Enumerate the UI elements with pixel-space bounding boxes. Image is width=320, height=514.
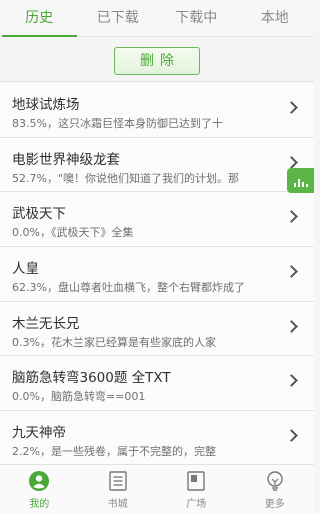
nav-label: 书城 xyxy=(107,499,128,510)
book-progress-excerpt: 0.0%，脑筋急转弯==001 xyxy=(12,390,146,404)
list-item[interactable]: 地球试炼场 83.5%，这只冰霜巨怪本身防御已达到了十 xyxy=(0,83,314,138)
chevron-right-icon xyxy=(285,265,298,278)
book-title: 地球试炼场 xyxy=(12,97,80,113)
book-title: 脑筋急转弯3600题 全TXT xyxy=(12,370,171,387)
chevron-right-icon xyxy=(285,374,298,388)
history-list: 地球试炼场 83.5%，这只冰霜巨怪本身防御已达到了十 电影世界神级龙套 52.… xyxy=(0,83,314,466)
action-bar: 删除 xyxy=(0,37,314,82)
book-progress-excerpt: 52.7%，"噢！你说他们知道了我们的计划。那 xyxy=(12,171,240,185)
book-progress-excerpt: 62.3%，盘山尊者吐血横飞，整个右臂都炸成了 xyxy=(12,281,245,295)
list-item[interactable]: 九天神帝 2.2%，是一些残卷，属于不完整的，完整 xyxy=(0,411,314,466)
tab-downloading[interactable]: 下载中 xyxy=(157,0,236,36)
book-title: 九天神帝 xyxy=(12,425,66,442)
tab-downloaded[interactable]: 已下载 xyxy=(79,0,158,36)
square-icon xyxy=(187,471,205,491)
list-item[interactable]: 电影世界神级龙套 52.7%，"噢！你说他们知道了我们的计划。那 xyxy=(0,137,314,193)
list-item[interactable]: 木兰无长兄 0.3%，花木兰家已经算是有些家底的人家 xyxy=(0,301,314,357)
top-tab-bar: 历史 已下载 下载中 本地 xyxy=(0,0,314,37)
book-icon xyxy=(109,471,127,491)
chevron-right-icon xyxy=(285,210,298,224)
bar-chart-icon-bar xyxy=(297,179,300,187)
bar-chart-icon-bar xyxy=(301,182,304,187)
list-item[interactable]: 人皇 62.3%，盘山尊者吐血横飞，整个右臂都炸成了 xyxy=(0,247,314,302)
list-item[interactable]: 武极天下 0.0%，《武极天下》全集 xyxy=(0,192,314,248)
book-progress-excerpt: 0.0%，《武极天下》全集 xyxy=(12,226,134,240)
nav-mine[interactable]: 我的 xyxy=(0,465,79,514)
book-progress-excerpt: 83.5%，这只冰霜巨怪本身防御已达到了十 xyxy=(12,117,223,130)
book-title: 电影世界神级龙套 xyxy=(12,151,120,168)
nav-label: 更多 xyxy=(264,499,285,510)
bar-chart-icon-bar xyxy=(305,184,308,187)
tab-local[interactable]: 本地 xyxy=(236,0,315,36)
chevron-right-icon xyxy=(285,155,298,169)
nav-bookstore[interactable]: 书城 xyxy=(79,465,158,514)
chevron-right-icon xyxy=(285,429,298,442)
list-item[interactable]: 脑筋急转弯3600题 全TXT 0.0%，脑筋急转弯==001 xyxy=(0,356,314,412)
book-title: 人皇 xyxy=(12,261,39,278)
tab-history[interactable]: 历史 xyxy=(0,0,79,37)
book-title: 武极天下 xyxy=(12,206,66,223)
bar-chart-icon xyxy=(293,183,296,187)
chevron-right-icon xyxy=(285,101,298,114)
book-progress-excerpt: 2.2%，是一些残卷，属于不完整的，完整 xyxy=(12,445,216,459)
nav-label: 我的 xyxy=(29,499,50,510)
book-progress-excerpt: 0.3%，花木兰家已经算是有些家底的人家 xyxy=(12,335,216,349)
nav-square[interactable]: 广场 xyxy=(157,465,236,514)
floating-stats-button[interactable] xyxy=(287,168,314,193)
bulb-icon xyxy=(267,471,283,491)
nav-more[interactable]: 更多 xyxy=(236,465,315,514)
book-title: 木兰无长兄 xyxy=(12,315,80,332)
nav-label: 广场 xyxy=(186,499,207,510)
user-icon xyxy=(29,471,50,491)
chevron-right-icon xyxy=(285,319,298,333)
delete-button[interactable]: 删除 xyxy=(114,47,200,75)
bottom-nav: 我的 书城 广场 更多 xyxy=(0,464,314,514)
